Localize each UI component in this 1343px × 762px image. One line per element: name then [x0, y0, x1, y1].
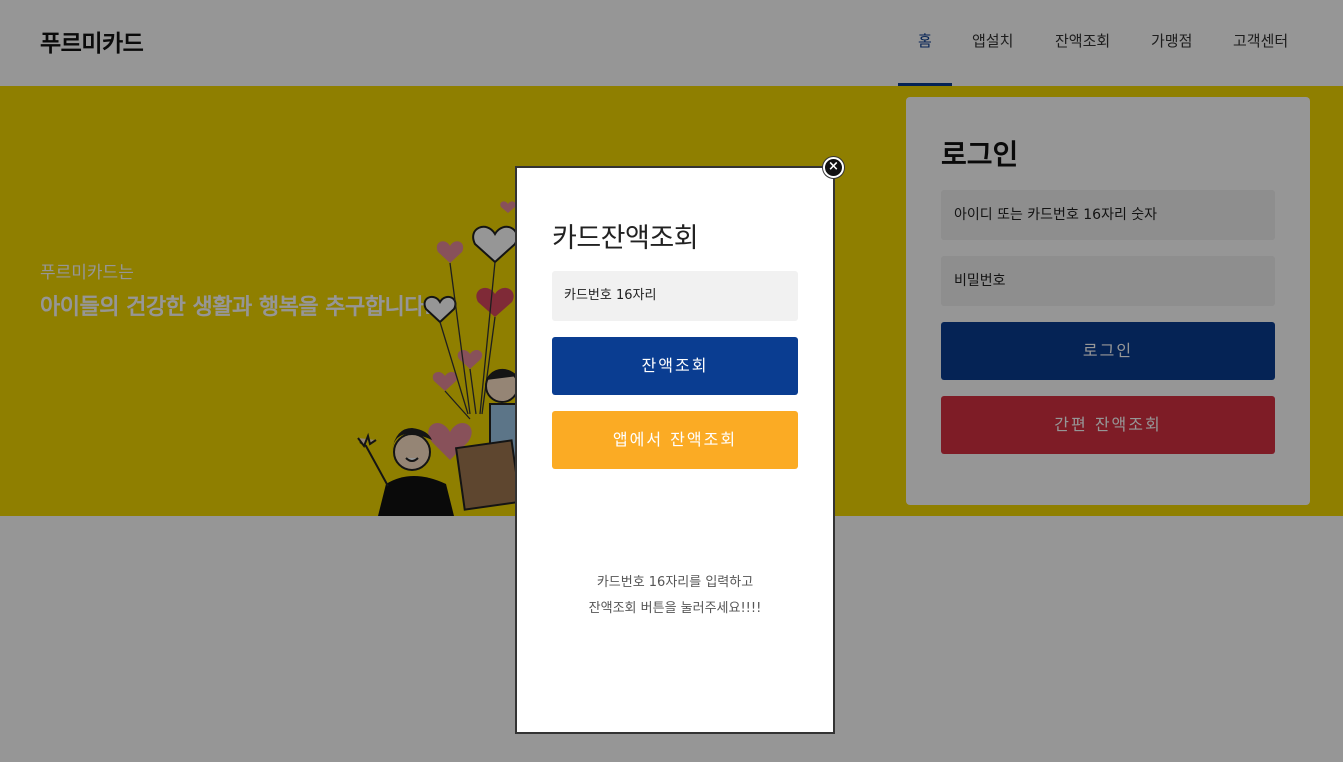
- modal-title: 카드잔액조회: [552, 223, 699, 254]
- close-icon[interactable]: ×: [823, 157, 844, 178]
- app-balance-check-button[interactable]: 앱에서 잔액조회: [552, 411, 798, 469]
- card-balance-modal: 카드잔액조회 카드번호 16자리 잔액조회 앱에서 잔액조회 카드번호 16자리…: [515, 166, 835, 734]
- card-number-input[interactable]: 카드번호 16자리: [552, 271, 798, 321]
- modal-help-line-2: 잔액조회 버튼을 눌러주세요!!!!: [588, 601, 762, 616]
- modal-help-text: 카드번호 16자리를 입력하고 잔액조회 버튼을 눌러주세요!!!!: [517, 570, 833, 622]
- modal-help-line-1: 카드번호 16자리를 입력하고: [596, 575, 754, 590]
- balance-check-button[interactable]: 잔액조회: [552, 337, 798, 395]
